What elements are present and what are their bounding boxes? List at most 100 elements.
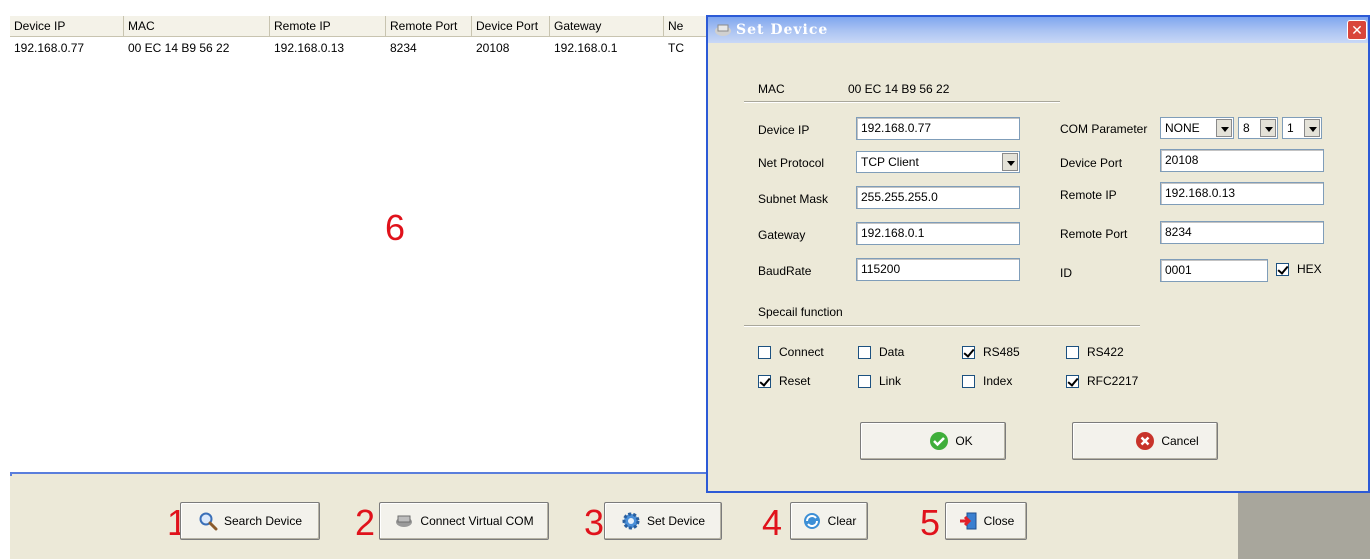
rs422-checkbox[interactable]: RS422 — [1066, 345, 1124, 359]
com-parity-value: NONE — [1165, 121, 1200, 135]
rs485-checkbox-label: RS485 — [983, 345, 1020, 359]
exit-door-icon — [958, 511, 978, 531]
clear-label: Clear — [827, 514, 857, 528]
connect-checkbox-label: Connect — [779, 345, 824, 359]
gateway-label: Gateway — [758, 228, 806, 242]
clear-button[interactable]: Clear — [790, 502, 868, 540]
data-checkbox[interactable]: Data — [858, 345, 904, 359]
special-separator — [744, 325, 1140, 327]
hex-checkbox[interactable]: HEX — [1276, 262, 1322, 276]
cell-device-port: 20108 — [476, 41, 510, 55]
annotation-5: 5 — [920, 502, 941, 543]
annotation-2: 2 — [355, 502, 376, 543]
dialog-close-button[interactable]: ✕ — [1347, 20, 1367, 40]
rs485-checkbox-box[interactable] — [962, 345, 975, 359]
id-label: ID — [1060, 266, 1072, 280]
mac-separator — [744, 101, 1060, 103]
baudrate-field[interactable]: 115200 — [856, 258, 1020, 281]
chevron-down-icon[interactable] — [1260, 119, 1276, 137]
link-checkbox-label: Link — [879, 374, 902, 388]
rs422-checkbox-box[interactable] — [1066, 345, 1079, 359]
dialog-title: Set Device — [736, 22, 829, 38]
rs485-checkbox[interactable]: RS485 — [962, 345, 1020, 359]
remote-ip-label: Remote IP — [1060, 188, 1117, 202]
cell-device-ip: 192.168.0.77 — [14, 41, 85, 55]
dialog-app-icon — [714, 21, 732, 39]
index-checkbox[interactable]: Index — [962, 374, 1012, 388]
network-icon — [394, 511, 414, 531]
device-port-field[interactable]: 20108 — [1160, 149, 1324, 172]
desktop-strip — [0, 0, 1370, 16]
remote-ip-field[interactable]: 192.168.0.13 — [1160, 182, 1324, 205]
gray-panel — [1238, 492, 1370, 559]
cell-remote-ip: 192.168.0.13 — [274, 41, 345, 55]
connect-virtual-com-button[interactable]: Connect Virtual COM — [379, 502, 549, 540]
cell-gateway: 192.168.0.1 — [554, 41, 618, 55]
cell-remote-port: 8234 — [390, 41, 417, 55]
mac-value: 00 EC 14 B9 56 22 — [848, 82, 950, 96]
cell-mac: 00 EC 14 B9 56 22 — [128, 41, 230, 55]
subnet-label: Subnet Mask — [758, 192, 829, 206]
chevron-down-icon[interactable] — [1002, 153, 1018, 171]
annotation-6: 6 — [385, 207, 406, 248]
column-header-remote-port[interactable]: Remote Port — [386, 16, 472, 37]
column-header-device-port[interactable]: Device Port — [472, 16, 550, 37]
search-device-button[interactable]: Search Device — [180, 502, 320, 540]
rs422-checkbox-label: RS422 — [1087, 345, 1124, 359]
chevron-down-icon[interactable] — [1216, 119, 1232, 137]
column-header-remote-ip[interactable]: Remote IP — [270, 16, 386, 37]
magnifier-icon — [198, 511, 218, 531]
hex-label: HEX — [1297, 262, 1322, 276]
subnet-field[interactable]: 255.255.255.0 — [856, 186, 1020, 209]
rfc2217-checkbox[interactable]: RFC2217 — [1066, 374, 1138, 388]
ok-label: OK — [955, 434, 973, 448]
check-icon — [929, 431, 949, 451]
remote-port-field[interactable]: 8234 — [1160, 221, 1324, 244]
connect-virtual-com-label: Connect Virtual COM — [420, 514, 534, 528]
reset-checkbox-label: Reset — [779, 374, 811, 388]
rfc2217-checkbox-label: RFC2217 — [1087, 374, 1139, 388]
com-databits-select[interactable]: 8 — [1238, 117, 1278, 139]
com-parameter-label: COM Parameter — [1060, 122, 1148, 136]
annotation-3: 3 — [584, 502, 605, 543]
index-checkbox-box[interactable] — [962, 374, 975, 388]
net-protocol-value: TCP Client — [861, 155, 919, 169]
link-checkbox-box[interactable] — [858, 374, 871, 388]
id-field[interactable]: 0001 — [1160, 259, 1268, 282]
close-button[interactable]: Close — [945, 502, 1027, 540]
data-checkbox-box[interactable] — [858, 345, 871, 359]
cancel-button[interactable]: Cancel — [1072, 422, 1218, 460]
remote-port-label: Remote Port — [1060, 227, 1128, 241]
gateway-field[interactable]: 192.168.0.1 — [856, 222, 1020, 245]
device-ip-field[interactable]: 192.168.0.77 — [856, 117, 1020, 140]
set-device-dialog: Set Device ✕ MAC 00 EC 14 B9 56 22 Devic… — [706, 15, 1370, 493]
refresh-icon — [802, 511, 822, 531]
ok-button[interactable]: OK — [860, 422, 1006, 460]
net-protocol-select[interactable]: TCP Client — [856, 151, 1020, 173]
reset-checkbox[interactable]: Reset — [758, 374, 810, 388]
com-stopbits-value: 1 — [1287, 121, 1294, 135]
dialog-title-bar[interactable]: Set Device ✕ — [708, 17, 1368, 43]
connect-checkbox-box[interactable] — [758, 345, 771, 359]
device-ip-label: Device IP — [758, 123, 810, 137]
com-stopbits-select[interactable]: 1 — [1282, 117, 1322, 139]
data-checkbox-label: Data — [879, 345, 905, 359]
link-checkbox[interactable]: Link — [858, 374, 901, 388]
column-header-gateway[interactable]: Gateway — [550, 16, 664, 37]
hex-checkbox-box[interactable] — [1276, 262, 1289, 276]
baudrate-label: BaudRate — [758, 264, 812, 278]
close-label: Close — [983, 514, 1015, 528]
column-header-mac[interactable]: MAC — [124, 16, 270, 37]
mac-label: MAC — [758, 82, 785, 96]
chevron-down-icon[interactable] — [1304, 119, 1320, 137]
cancel-label: Cancel — [1161, 434, 1199, 448]
com-databits-value: 8 — [1243, 121, 1250, 135]
connect-checkbox[interactable]: Connect — [758, 345, 824, 359]
reset-checkbox-box[interactable] — [758, 374, 771, 388]
com-parity-select[interactable]: NONE — [1160, 117, 1234, 139]
set-device-button[interactable]: Set Device — [604, 502, 722, 540]
column-header-device-ip[interactable]: Device IP — [10, 16, 124, 37]
net-protocol-label: Net Protocol — [758, 156, 825, 170]
gear-icon — [621, 511, 641, 531]
rfc2217-checkbox-box[interactable] — [1066, 374, 1079, 388]
